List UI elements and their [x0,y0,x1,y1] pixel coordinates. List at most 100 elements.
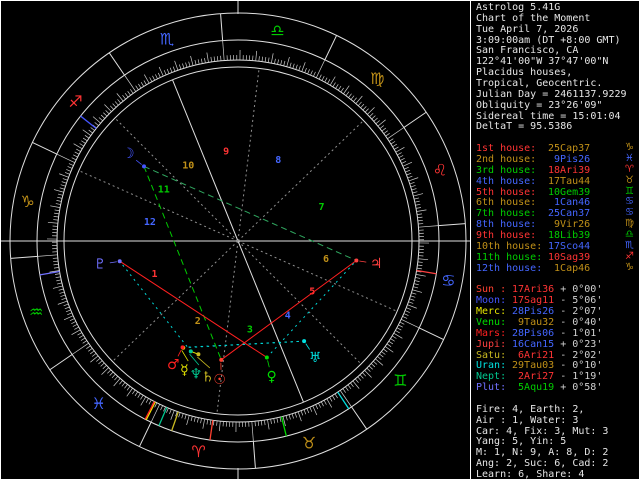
summary-text: Air : 1, Water: 3 [476,414,579,426]
sign-glyph-aquarius: ♒ [29,303,43,322]
sign-glyph-taurus: ♉ [302,433,316,452]
header-text: 3:09:00am (DT +8:00 GMT) [476,34,621,46]
planet-latitude: - 1°19' [554,371,603,383]
sign-glyph-capricorn: ♑ [20,192,34,211]
header-text: Placidus houses, [476,67,573,79]
astrolog-window: ♈ ♉ ♊ ♋ ♌ ♍ ♎ ♏ ♐ ♑ ♒ ♓ 1 2 3 4 5 6 7 8 9 10 11 12 ☽ ♇ ♂ ☿ ♆ ♄ ☉ ♀ ♅ ♃ As… [0,0,640,480]
chart-wheel: ♈ ♉ ♊ ♋ ♌ ♍ ♎ ♏ ♐ ♑ ♒ ♓ 1 2 3 4 5 6 7 8 9 10 11 12 ☽ ♇ ♂ ☿ ♆ ♄ ☉ ♀ ♅ ♃ [1,1,471,479]
planet-row: Plut: 5Aqu19 + 0°58' [476,382,639,394]
planet-position: 5Aqu19 [506,382,555,394]
header-text: Astrolog 5.41G [476,2,561,13]
planet-glyph-saturn: ♄ [201,370,214,386]
header-text: Chart of the Moment [476,12,591,24]
header-text: Obliquity = 23°26'09" [476,99,603,111]
house-number-12: 12 [144,217,156,228]
summary-text: Yang: 5, Yin: 5 [476,436,567,448]
header-text: Tue April 7, 2026 [476,23,579,35]
planet-label: Mars: [476,327,507,339]
house-position: 17Sco44 [542,240,591,252]
aspect-lines [119,165,357,361]
house-position: 25Cap37 [542,143,591,155]
header-text: Sidereal time = 15:01:04 [476,110,621,122]
header-text: San Francisco, CA [476,45,579,57]
house-position: 18Lib39 [542,230,591,242]
planet-latitude: - 0°40' [554,316,603,328]
house-number-11: 11 [158,185,170,196]
planet-glyph-moon: ☽ [122,146,135,162]
house-label: 12th house: [476,262,543,274]
summary-line: Learn: 6, Share: 4 [476,468,639,480]
house-row: 12th house: 1Cap46 ♑ [476,261,639,275]
sign-glyph-cancer: ♋ [441,271,455,290]
planet-position: 28Pis06 [506,327,555,339]
summary-text: Ang: 2, Suc: 6, Cad: 2 [476,458,609,470]
summary-text: M: 1, N: 9, A: 8, D: 2 [476,447,609,459]
sign-glyph-libra: ♎ [270,21,284,40]
planet-latitude: + 0°58' [554,382,603,394]
planet-label: Jupi: [476,338,507,350]
header-text: Tropical, Geocentric. [476,78,603,90]
summary-text: Learn: 6, Share: 4 [476,468,585,480]
planet-glyph-pluto: ♇ [94,257,107,273]
summary-text: Car: 4, Fix: 3, Mut: 3 [476,425,609,437]
house-label: 4th house: [476,175,537,187]
sidebar-header-line: DeltaT = 95.5386 [476,121,639,133]
sign-glyph-leo: ♌ [433,160,447,179]
sign-glyph-virgo: ♍ [370,69,384,88]
cusp-sign-glyph: ♑ [625,261,634,273]
house-number-8: 8 [275,155,281,166]
planet-glyph-uranus: ♅ [309,350,322,366]
planet-position: 16Can15 [506,338,555,350]
planet-position: 28Pis26 [506,306,555,318]
house-position: 1Can46 [542,197,591,209]
summary-text: Fire: 4, Earth: 2, [476,403,585,415]
wheel-svg: ♈ ♉♊♋♌♍♎♏♐♑♒♓123456789101112☽♇♂ ☿ ♆ ♄ ☉ ♀♅♃ [1,1,471,479]
house-number-10: 10 [182,161,194,172]
planet-glyph-sun: ☉ [213,372,226,388]
house-position: 9Vir26 [542,219,591,231]
sign-glyph-pisces: ♓ [92,394,106,413]
house-position: 10Sag39 [542,251,591,263]
planet-glyph-jupiter: ♃ [370,256,383,272]
house-label: 11th house: [476,251,543,263]
planet-latitude: - 1°01' [554,327,603,339]
house-position: 18Ari39 [542,164,591,176]
cusp-sign-glyph: ♉ [625,174,634,186]
house-position: 25Can37 [542,208,591,220]
header-text: Julian Day = 2461137.9229 [476,88,627,100]
planet-position: 2Ari27 [506,371,555,383]
house-number-9: 9 [223,146,229,157]
house-position: 10Gem39 [542,186,591,198]
house-number-2: 2 [195,316,201,327]
planet-glyph-mercury: ☿ [180,362,189,378]
sidebar: Astrolog 5.41G Chart of the Moment Tue Apr… [470,1,639,480]
planet-latitude: + 0°00' [554,284,603,296]
header-text: DeltaT = 95.5386 [476,121,573,133]
planet-degree-markers [39,115,437,441]
sign-glyph-sagittarius: ♐ [68,92,82,111]
house-position: 1Cap46 [542,262,591,274]
planet-latitude: - 5°06' [554,295,603,307]
planet-glyph-mars: ♂ [167,357,180,373]
planet-glyphs: ☽ ♇ ♂ ☿ ♆ ♄ ☉ ♀ ♅ ♃ [94,146,383,388]
planet-position: 17Sag11 [506,295,555,307]
planet-latitude: - 0°10' [554,360,603,372]
house-number-6: 6 [323,254,329,265]
sign-glyph-gemini: ♊ [393,371,407,390]
sign-glyph-scorpio: ♏ [160,30,174,49]
house-number-1: 1 [151,269,157,280]
house-number-7: 7 [318,202,324,213]
house-position: 17Tau44 [542,175,591,187]
header-text: 122°41'00"W 37°47'00"N [476,56,609,68]
planet-position: 29Tau03 [506,360,555,372]
planet-position: 17Ari36 [506,284,555,296]
house-number-3: 3 [247,325,253,336]
sign-glyph-aries: ♈ [191,442,205,461]
planet-position: 6Ari21 [506,349,555,361]
house-position: 9Pis26 [542,154,591,166]
planet-latitude: - 2°07' [554,306,603,318]
house-cusps [64,68,412,414]
planet-position: 9Tau32 [506,316,555,328]
planet-glyph-venus: ♀ [267,369,277,385]
cusp-sign-glyph: ♐ [625,250,634,262]
